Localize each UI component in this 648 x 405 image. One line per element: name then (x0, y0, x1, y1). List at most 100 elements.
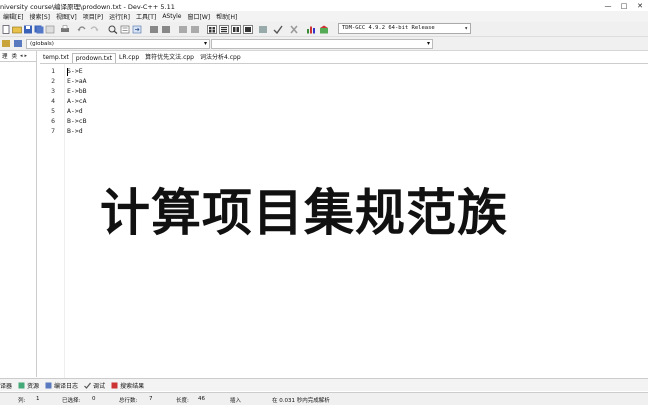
scope-select-value: (globals) (30, 41, 54, 47)
chevron-down-icon: ▾ (203, 40, 207, 47)
find-icon[interactable] (108, 25, 118, 34)
tab-resources-label: 资源 (27, 382, 40, 390)
tab-compile-log-label: 编译日志 (54, 382, 79, 390)
status-column-value: 1 (36, 396, 40, 402)
line-number-gutter: 1 2 3 4 5 6 7 (40, 64, 64, 378)
window-title: niversity course\编译原理\prodown.txt - Dev-… (0, 3, 175, 11)
gutter-separator (64, 64, 65, 378)
tab-temp-txt[interactable]: temp.txt (40, 53, 72, 63)
tab-lexer-cpp[interactable]: 词法分析4.cpp (197, 53, 244, 63)
tab-debug[interactable]: 调试 (84, 381, 105, 390)
compiler-select-value: TDM-GCC 4.9.2 64-bit Release (342, 25, 435, 31)
bottom-panel-tabs: 译器 资源 编译日志 调试 搜索结果 (0, 378, 648, 391)
tab-search-results[interactable]: 搜索结果 (111, 381, 144, 390)
symbol-select[interactable]: ▾ (211, 39, 433, 49)
menu-help[interactable]: 帮助[H] (213, 12, 240, 21)
scope-select[interactable]: (globals) ▾ (26, 39, 210, 49)
close-file-icon[interactable] (45, 25, 55, 34)
compiler-select[interactable]: TDM-GCC 4.9.2 64-bit Release ▾ (338, 23, 471, 34)
code-line: A->cA (67, 97, 87, 105)
syntax-check-icon[interactable] (273, 25, 283, 34)
line-number: 7 (51, 127, 55, 135)
minimize-button[interactable]: — (600, 0, 616, 11)
search-results-icon (111, 382, 118, 388)
status-length-label: 长度: (176, 398, 189, 404)
code-line: E->aA (67, 77, 87, 85)
redo-icon[interactable] (89, 25, 99, 34)
code-line: E->bB (67, 87, 87, 95)
next-bookmark-icon[interactable] (190, 25, 200, 34)
line-number: 3 (51, 87, 55, 95)
line-number: 5 (51, 107, 55, 115)
menu-tools[interactable]: 工具[T] (133, 12, 159, 21)
tab-lr-cpp[interactable]: LR.cpp (116, 53, 142, 63)
open-file-icon[interactable] (12, 25, 22, 34)
resources-icon (18, 382, 25, 388)
compile-run-icon[interactable] (231, 25, 241, 34)
tab-compiler-label: 译器 (0, 382, 13, 390)
save-icon[interactable] (23, 25, 33, 34)
status-selected-value: 0 (92, 396, 96, 402)
replace-icon[interactable] (120, 25, 130, 34)
tab-classes[interactable]: 类 (10, 52, 20, 60)
status-length-value: 46 (198, 396, 205, 402)
menu-astyle[interactable]: AStyle (159, 13, 184, 20)
tab-compiler[interactable]: 译器 (0, 381, 12, 390)
overlay-caption: 计算项目集规范族 (100, 184, 508, 242)
toggle-bookmark-icon[interactable] (178, 25, 188, 34)
rebuild-all-icon[interactable] (243, 25, 253, 34)
insert-icon[interactable] (1, 39, 11, 48)
chevron-down-icon: ▾ (464, 25, 468, 32)
stop-execution-icon[interactable] (289, 25, 299, 34)
status-total-lines-label: 总行数: (119, 398, 138, 404)
menu-window[interactable]: 窗口[W] (185, 12, 214, 21)
tab-resources[interactable]: 资源 (18, 381, 39, 390)
main-toolbar (0, 22, 648, 37)
title-bar: niversity course\编译原理\prodown.txt - Dev-… (0, 0, 648, 11)
line-number: 4 (51, 97, 55, 105)
chevron-down-icon: ▾ (426, 40, 430, 47)
maximize-button[interactable]: □ (616, 0, 632, 11)
indent-icon[interactable] (149, 25, 159, 34)
debug-icon[interactable] (258, 25, 268, 34)
menu-project[interactable]: 项目[P] (80, 12, 106, 21)
line-number: 6 (51, 117, 55, 125)
code-line: B->d (67, 127, 83, 135)
close-button[interactable]: ✕ (632, 0, 648, 11)
toggle-breakpoint-icon[interactable] (13, 39, 23, 48)
print-icon[interactable] (60, 25, 70, 34)
line-number: 1 (51, 67, 55, 75)
compile-icon[interactable] (207, 25, 217, 34)
unindent-icon[interactable] (161, 25, 171, 34)
status-insert-mode: 插入 (230, 398, 242, 404)
status-bar: 列: 1 已选择: 0 总行数: 7 长度: 46 插入 在 0.031 秒内完… (0, 392, 648, 405)
tab-debug-label: 调试 (93, 382, 106, 390)
tab-prodown-txt[interactable]: prodown.txt (71, 53, 117, 63)
delete-profile-icon[interactable] (319, 25, 329, 34)
text-caret (67, 68, 68, 76)
line-number: 2 (51, 77, 55, 85)
profile-chart-icon[interactable] (306, 25, 316, 34)
goto-line-icon[interactable] (132, 25, 142, 34)
window-controls: — □ ✕ (600, 0, 648, 11)
menu-bar: 编辑[E] 搜索[S] 视图[V] 项目[P] 运行[R] 工具[T] ASty… (0, 11, 648, 22)
code-line: B->cB (67, 117, 87, 125)
tab-compile-log[interactable]: 编译日志 (45, 381, 78, 390)
chevron-right-icon[interactable]: ▸ (24, 53, 29, 59)
status-total-lines-value: 7 (149, 396, 153, 402)
editor-tabs: temp.txt prodown.txt LR.cpp 算符优先文法.cpp 词… (40, 52, 244, 63)
compile-log-icon (45, 382, 52, 388)
menu-run[interactable]: 运行[R] (106, 12, 133, 21)
tab-search-results-label: 搜索结果 (120, 382, 145, 390)
save-all-icon[interactable] (34, 25, 44, 34)
menu-view[interactable]: 视图[V] (53, 12, 80, 21)
project-browser-tabs: 理 类 ◂ ▸ (0, 51, 36, 62)
run-icon[interactable] (219, 25, 229, 34)
tab-project[interactable]: 理 (0, 52, 10, 60)
tab-operator-precedence-cpp[interactable]: 算符优先文法.cpp (142, 53, 197, 63)
new-file-icon[interactable] (1, 25, 11, 34)
debug-check-icon (84, 382, 92, 389)
menu-search[interactable]: 搜索[S] (26, 12, 53, 21)
undo-icon[interactable] (77, 25, 87, 34)
menu-edit[interactable]: 编辑[E] (0, 12, 26, 21)
